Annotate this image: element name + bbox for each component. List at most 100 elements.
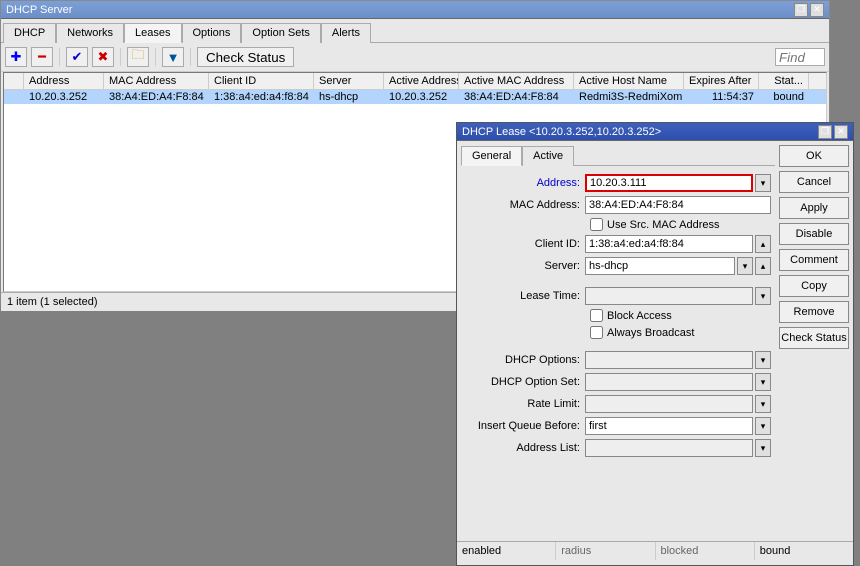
cell-address: 10.20.3.252 [24,90,104,104]
col-clientid[interactable]: Client ID [209,73,314,89]
apply-button[interactable]: Apply [779,197,849,219]
cell-active-mac: 38:A4:ED:A4:F8:84 [459,90,574,104]
col-address[interactable]: Address [24,73,104,89]
enable-button[interactable]: ✔ [66,47,88,67]
dhcp-option-set-input[interactable] [585,373,753,391]
cell-mac: 38:A4:ED:A4:F8:84 [104,90,209,104]
clientid-input[interactable] [585,235,753,253]
find-input[interactable] [775,48,825,66]
close-icon[interactable]: ✕ [810,3,824,17]
label-use-src-mac: Use Src. MAC Address [607,219,719,231]
insert-queue-input[interactable] [585,417,753,435]
cell-active-host: Redmi3S-RedmiXom [574,90,684,104]
address-list-input[interactable] [585,439,753,457]
main-title: DHCP Server [6,4,72,16]
add-button[interactable]: ✚ [5,47,27,67]
tab-general[interactable]: General [461,146,522,166]
server-input[interactable] [585,257,735,275]
rate-limit-dropdown-icon[interactable]: ▾ [755,395,771,413]
close-icon[interactable]: ✕ [834,125,848,139]
disable-button[interactable]: Disable [779,223,849,245]
dialog-title: DHCP Lease <10.20.3.252,10.20.3.252> [462,126,661,138]
disable-button[interactable]: ✖ [92,47,114,67]
block-access-checkbox[interactable] [590,309,603,322]
lease-time-input[interactable] [585,287,753,305]
insert-queue-dropdown-icon[interactable]: ▾ [755,417,771,435]
dialog-button-panel: OK Cancel Apply Disable Comment Copy Rem… [779,145,849,537]
copy-button[interactable]: Copy [779,275,849,297]
address-list-dropdown-icon[interactable]: ▾ [755,439,771,457]
use-src-mac-checkbox[interactable] [590,218,603,231]
col-indicator[interactable] [4,73,24,89]
remove-button[interactable]: ━ [31,47,53,67]
label-always-broadcast: Always Broadcast [607,327,694,339]
label-address: Address: [465,177,585,189]
comment-button[interactable]: Comment [779,249,849,271]
tab-networks[interactable]: Networks [56,23,124,43]
tab-alerts[interactable]: Alerts [321,23,371,43]
lease-form: Address: ▾ MAC Address: Use Src. MAC Add… [461,166,775,469]
main-titlebar[interactable]: DHCP Server ❐ ✕ [1,1,829,19]
cell-expires: 11:54:37 [684,90,759,104]
cancel-button[interactable]: Cancel [779,171,849,193]
rate-limit-input[interactable] [585,395,753,413]
status-enabled: enabled [457,542,556,560]
check-status-button[interactable]: Check Status [197,47,294,67]
clientid-up-icon[interactable]: ▴ [755,235,771,253]
toolbar: ✚ ━ ✔ ✖ 🗀 ▼ Check Status [1,43,829,72]
address-dropdown-icon[interactable]: ▾ [755,174,771,192]
lease-time-dropdown-icon[interactable]: ▾ [755,287,771,305]
ok-button[interactable]: OK [779,145,849,167]
check-status-button[interactable]: Check Status [779,327,849,349]
dialog-left-panel: General Active Address: ▾ MAC Address: U… [461,145,775,537]
restore-icon[interactable]: ❐ [818,125,832,139]
col-active-mac[interactable]: Active MAC Address [459,73,574,89]
col-expires[interactable]: Expires After [684,73,759,89]
label-block-access: Block Access [607,310,672,322]
server-up-icon[interactable]: ▴ [755,257,771,275]
comment-button[interactable]: 🗀 [127,47,149,67]
label-dhcp-options: DHCP Options: [465,354,585,366]
dhcp-lease-dialog: DHCP Lease <10.20.3.252,10.20.3.252> ❐ ✕… [456,122,854,566]
cell-server: hs-dhcp [314,90,384,104]
status-blocked: blocked [656,542,755,560]
tab-dhcp[interactable]: DHCP [3,23,56,43]
col-active-host[interactable]: Active Host Name [574,73,684,89]
status-bound: bound [755,542,853,560]
col-mac[interactable]: MAC Address [104,73,209,89]
address-input[interactable] [585,174,753,192]
dialog-statusbar: enabled radius blocked bound [457,541,853,560]
tab-leases[interactable]: Leases [124,23,181,43]
cell-active-addr: 10.20.3.252 [384,90,459,104]
label-address-list: Address List: [465,442,585,454]
col-active-addr[interactable]: Active Address [384,73,459,89]
tab-option-sets[interactable]: Option Sets [241,23,320,43]
always-broadcast-checkbox[interactable] [590,326,603,339]
label-rate-limit: Rate Limit: [465,398,585,410]
remove-button[interactable]: Remove [779,301,849,323]
label-clientid: Client ID: [465,238,585,250]
label-server: Server: [465,260,585,272]
main-tabs: DHCP Networks Leases Options Option Sets… [1,19,829,43]
cell-clientid: 1:38:a4:ed:a4:f8:84 [209,90,314,104]
label-mac: MAC Address: [465,199,585,211]
table-header: Address MAC Address Client ID Server Act… [4,73,826,90]
col-server[interactable]: Server [314,73,384,89]
filter-button[interactable]: ▼ [162,47,184,67]
col-status[interactable]: Stat... [759,73,809,89]
server-dropdown-icon[interactable]: ▾ [737,257,753,275]
tab-active[interactable]: Active [522,146,574,166]
restore-icon[interactable]: ❐ [794,3,808,17]
table-row[interactable]: 10.20.3.252 38:A4:ED:A4:F8:84 1:38:a4:ed… [4,90,826,104]
dhcp-option-set-dropdown-icon[interactable]: ▾ [755,373,771,391]
cell-indicator [4,90,24,104]
label-insert-queue: Insert Queue Before: [465,420,585,432]
dhcp-options-input[interactable] [585,351,753,369]
dialog-titlebar[interactable]: DHCP Lease <10.20.3.252,10.20.3.252> ❐ ✕ [457,123,853,141]
dhcp-options-dropdown-icon[interactable]: ▾ [755,351,771,369]
label-lease-time: Lease Time: [465,290,585,302]
mac-input[interactable] [585,196,771,214]
label-dhcp-option-set: DHCP Option Set: [465,376,585,388]
cell-status: bound [759,90,809,104]
tab-options[interactable]: Options [182,23,242,43]
